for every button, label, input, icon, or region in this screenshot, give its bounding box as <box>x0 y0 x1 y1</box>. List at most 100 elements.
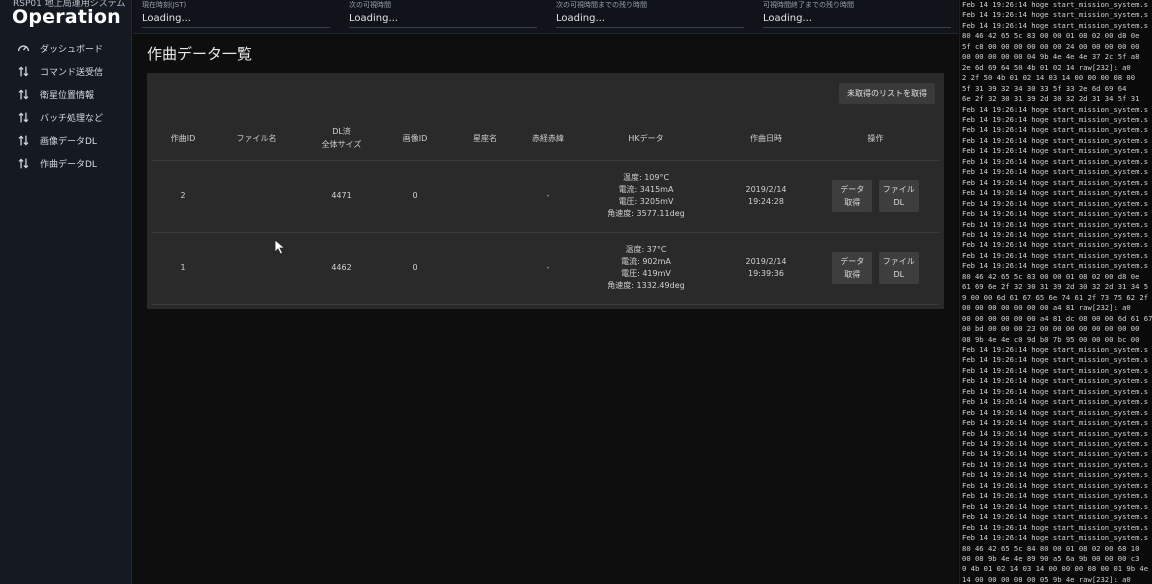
log-line: Feb 14 19:26:14 hoge start_mission_syste… <box>962 209 1149 219</box>
hk-current: 電流: 902mA <box>621 257 671 266</box>
column-header-radec: 赤経赤緯 <box>524 117 572 161</box>
log-line: Feb 14 19:26:14 hoge start_mission_syste… <box>962 522 1149 532</box>
log-line: Feb 14 19:26:14 hoge start_mission_syste… <box>962 0 1149 9</box>
sidebar-item-label: 画像データDL <box>40 137 97 147</box>
log-line: 00 00 00 00 00 00 00 a4 81 raw[232]: a0 <box>962 303 1131 313</box>
status-value: Loading... <box>349 13 537 28</box>
hk-angular-velocity: 角速度: 3577.11deg <box>607 209 685 218</box>
cell-constellation <box>446 160 524 233</box>
cell-image-id: 0 <box>384 160 446 233</box>
terminal-log[interactable]: Feb 14 19:26:14 hoge start_mission_syste… <box>959 0 1152 584</box>
cell-filename <box>214 232 299 305</box>
log-line: Feb 14 19:26:14 hoge start_mission_syste… <box>962 407 1149 417</box>
log-line: Feb 14 19:26:14 hoge start_mission_syste… <box>962 146 1149 156</box>
log-line: Feb 14 19:26:14 hoge start_mission_syste… <box>962 428 1149 438</box>
log-line: Feb 14 19:26:14 hoge start_mission_syste… <box>962 167 1149 177</box>
log-line: Feb 14 19:26:14 hoge start_mission_syste… <box>962 491 1149 501</box>
status-label: 現在時刻(JST) <box>142 1 187 9</box>
get-data-button[interactable]: データ 取得 <box>832 252 873 284</box>
log-line: Feb 14 19:26:14 hoge start_mission_syste… <box>962 240 1149 250</box>
log-line: Feb 14 19:26:14 hoge start_mission_syste… <box>962 480 1149 490</box>
sidebar-item-music-dl[interactable]: 作曲データDL <box>0 152 132 175</box>
status-bar: 現在時刻(JST) Loading... 次の可視時間 Loading... 次… <box>133 0 958 34</box>
log-line: 6e 2f 32 30 31 39 2d 30 32 2d 31 34 5f 3… <box>962 94 1140 104</box>
transfer-icon <box>16 134 30 148</box>
log-line: 08 9b 4e 4e c0 9d b0 7b 95 00 00 00 bc 0… <box>962 334 1140 344</box>
music-data-table: 作曲ID ファイル名 DL済 全体サイズ 画像ID 星座名 赤経赤緯 HKデータ… <box>152 117 939 305</box>
sidebar-item-dashboard[interactable]: ダッシュボード <box>0 37 132 60</box>
get-data-button[interactable]: データ 取得 <box>832 180 873 212</box>
status-next-visible: 次の可視時間 Loading... <box>349 0 537 28</box>
status-value: Loading... <box>556 13 744 28</box>
log-line: Feb 14 19:26:14 hoge start_mission_syste… <box>962 229 1149 239</box>
mouse-cursor-icon <box>274 239 286 255</box>
log-line: 5f c8 00 00 00 00 00 00 24 00 00 00 00 0… <box>962 41 1140 51</box>
log-line: 2e 6d 69 64 50 4b 01 02 14 raw[232]: a0 <box>962 62 1131 72</box>
log-line: 14 00 00 00 08 00 05 9b 4e raw[232]: a0 <box>962 574 1131 584</box>
log-line: Feb 14 19:26:14 hoge start_mission_syste… <box>962 439 1149 449</box>
button-label: 取得 <box>844 270 861 279</box>
time-value: 19:24:28 <box>748 197 784 206</box>
column-header-filename: ファイル名 <box>214 117 299 161</box>
log-line: Feb 14 19:26:14 hoge start_mission_syste… <box>962 177 1149 187</box>
cell-operations: データ 取得 ファイル DL <box>812 232 939 305</box>
sidebar-item-label: バッチ処理など <box>40 114 104 124</box>
fetch-unretrieved-list-button[interactable]: 未取得のリストを取得 <box>839 83 935 104</box>
log-line: 61 69 6e 2f 32 30 31 39 2d 30 32 2d 31 3… <box>962 282 1149 292</box>
hk-voltage: 電圧: 3205mV <box>618 197 674 206</box>
hk-current: 電流: 3415mA <box>618 185 674 194</box>
log-line: Feb 14 19:26:14 hoge start_mission_syste… <box>962 125 1149 135</box>
log-line: 80 46 42 65 5c 83 00 00 01 08 02 00 d8 0… <box>962 31 1140 41</box>
date-value: 2019/2/14 <box>745 185 787 194</box>
time-value: 19:39:36 <box>748 269 784 278</box>
cell-image-id: 0 <box>384 232 446 305</box>
cell-date: 2019/2/14 19:24:28 <box>720 160 812 233</box>
file-download-button[interactable]: ファイル DL <box>878 252 919 284</box>
column-header-image-id: 画像ID <box>384 117 446 161</box>
hk-temperature: 温度: 37°C <box>625 245 667 254</box>
log-line: 9 00 00 6d 61 67 65 6e 74 61 2f 73 75 62… <box>962 292 1149 302</box>
sidebar-item-satellite-position[interactable]: 衛星位置情報 <box>0 83 132 106</box>
log-line: Feb 14 19:26:14 hoge start_mission_syste… <box>962 397 1149 407</box>
log-line: Feb 14 19:26:14 hoge start_mission_syste… <box>962 198 1149 208</box>
log-line: Feb 14 19:26:14 hoge start_mission_syste… <box>962 156 1149 166</box>
log-line: Feb 14 19:26:14 hoge start_mission_syste… <box>962 365 1149 375</box>
sidebar-item-label: 作曲データDL <box>40 160 97 170</box>
log-line: Feb 14 19:26:14 hoge start_mission_syste… <box>962 10 1149 20</box>
log-line: 00 00 00 00 00 00 a4 81 dc 08 00 00 6d 6… <box>962 313 1152 323</box>
log-line: Feb 14 19:26:14 hoge start_mission_syste… <box>962 386 1149 396</box>
sidebar-item-image-dl[interactable]: 画像データDL <box>0 129 132 152</box>
log-line: Feb 14 19:26:14 hoge start_mission_syste… <box>962 470 1149 480</box>
cell-constellation <box>446 232 524 305</box>
status-value: Loading... <box>142 13 330 28</box>
sidebar-item-batch[interactable]: バッチ処理など <box>0 106 132 129</box>
dashboard-icon <box>16 42 30 56</box>
log-line: 00 08 9b 4e 4e 89 90 a5 6a 9b 00 00 00 c… <box>962 554 1140 564</box>
status-value: Loading... <box>763 13 951 28</box>
sidebar: RSP01 地上局運用システム Operation ダッシュボード コマンド送受… <box>0 0 132 584</box>
log-line: Feb 14 19:26:14 hoge start_mission_syste… <box>962 355 1149 365</box>
log-line: Feb 14 19:26:14 hoge start_mission_syste… <box>962 219 1149 229</box>
button-label: ファイル <box>882 185 915 194</box>
cell-hk: 温度: 37°C 電流: 902mA 電圧: 419mV 角速度: 1332.4… <box>572 232 720 305</box>
cell-radec: - <box>524 160 572 233</box>
status-time-until-visible: 次の可視時間までの残り時間 Loading... <box>556 0 744 28</box>
button-label: データ <box>840 185 865 194</box>
file-download-button[interactable]: ファイル DL <box>878 180 919 212</box>
column-header-operations: 操作 <box>812 117 939 161</box>
music-data-panel: 未取得のリストを取得 作曲ID ファイル名 DL済 全体サイズ 画像ID 星座名… <box>147 73 944 309</box>
cell-radec: - <box>524 232 572 305</box>
button-label: ファイル <box>882 257 915 266</box>
cell-size: 4462 <box>299 232 384 305</box>
app-title: Operation <box>12 6 121 28</box>
table-header-row: 作曲ID ファイル名 DL済 全体サイズ 画像ID 星座名 赤経赤緯 HKデータ… <box>152 117 939 161</box>
sidebar-item-command[interactable]: コマンド送受信 <box>0 60 132 83</box>
main-content: 作曲データ一覧 未取得のリストを取得 作曲ID ファイル名 DL済 全体サイズ … <box>133 35 958 584</box>
column-header-size: DL済 全体サイズ <box>299 117 384 161</box>
cell-hk: 温度: 109°C 電流: 3415mA 電圧: 3205mV 角速度: 357… <box>572 160 720 233</box>
cell-id: 2 <box>152 160 214 233</box>
sidebar-nav: ダッシュボード コマンド送受信 衛星位置情報 バッチ処理など 画像データDL 作… <box>0 37 132 175</box>
column-header-hk: HKデータ <box>572 117 720 161</box>
log-line: Feb 14 19:26:14 hoge start_mission_syste… <box>962 418 1149 428</box>
log-line: Feb 14 19:26:14 hoge start_mission_syste… <box>962 114 1149 124</box>
